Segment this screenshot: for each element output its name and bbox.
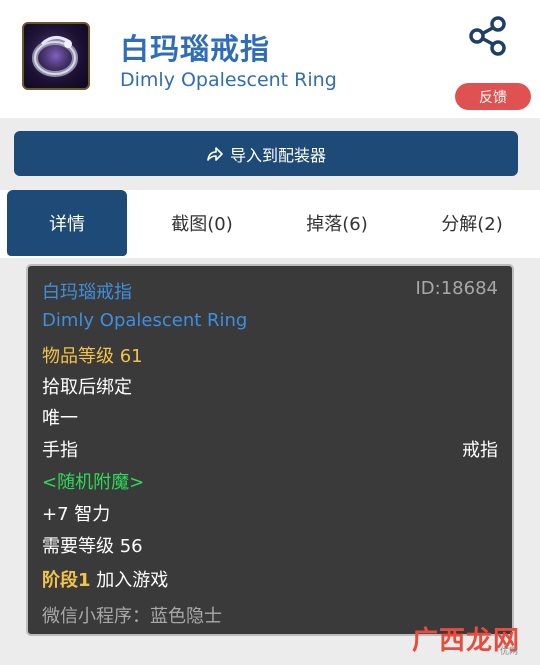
share-arrow-icon — [206, 146, 224, 162]
phase-label: 阶段1 — [42, 570, 91, 591]
tooltip-name-en: Dimly Opalescent Ring — [42, 310, 248, 331]
import-button-label: 导入到配装器 — [229, 145, 326, 165]
share-icon[interactable] — [466, 14, 510, 58]
tooltip-slot: 手指 — [42, 440, 78, 461]
tab-details[interactable]: 详情 — [7, 190, 127, 256]
item-title-en: Dimly Opalescent Ring — [120, 69, 337, 91]
tab-bar: 详情 截图(0) 掉落(6) 分解(2) — [0, 190, 540, 258]
tooltip-required-level: 需要等级 56 — [42, 536, 143, 557]
phase-text: 加入游戏 — [96, 570, 169, 591]
item-header: 白玛瑙戒指 Dimly Opalescent Ring 反馈 — [0, 0, 540, 118]
tooltip-phase: 阶段1 加入游戏 — [42, 566, 168, 592]
tab-disenchant[interactable]: 分解(2) — [412, 190, 532, 256]
import-to-planner-button[interactable]: 导入到配装器 — [14, 131, 518, 176]
tooltip-item-id: ID:18684 — [415, 278, 499, 299]
tooltip-unique: 唯一 — [42, 408, 78, 429]
ring-icon — [22, 22, 90, 90]
watermark-small: 优网 — [500, 647, 519, 657]
tab-screenshots[interactable]: 截图(0) — [143, 190, 261, 256]
tooltip-random-enchant: <随机附魔> — [42, 472, 145, 493]
tooltip-type: 戒指 — [462, 440, 498, 461]
tooltip-item-level: 物品等级 61 — [42, 346, 143, 367]
tooltip-name-cn: 白玛瑙戒指 — [42, 282, 132, 303]
tooltip-source-note: 微信小程序：蓝色隐士 — [42, 606, 222, 627]
tooltip-bind: 拾取后绑定 — [42, 377, 132, 398]
item-title-cn: 白玛瑙戒指 — [120, 32, 271, 66]
feedback-button[interactable]: 反馈 — [455, 83, 531, 110]
tab-drops[interactable]: 掉落(6) — [278, 190, 396, 256]
item-tooltip: 白玛瑙戒指 ID:18684 Dimly Opalescent Ring 物品等… — [26, 264, 514, 636]
tooltip-stat: +7 智力 — [42, 504, 111, 525]
